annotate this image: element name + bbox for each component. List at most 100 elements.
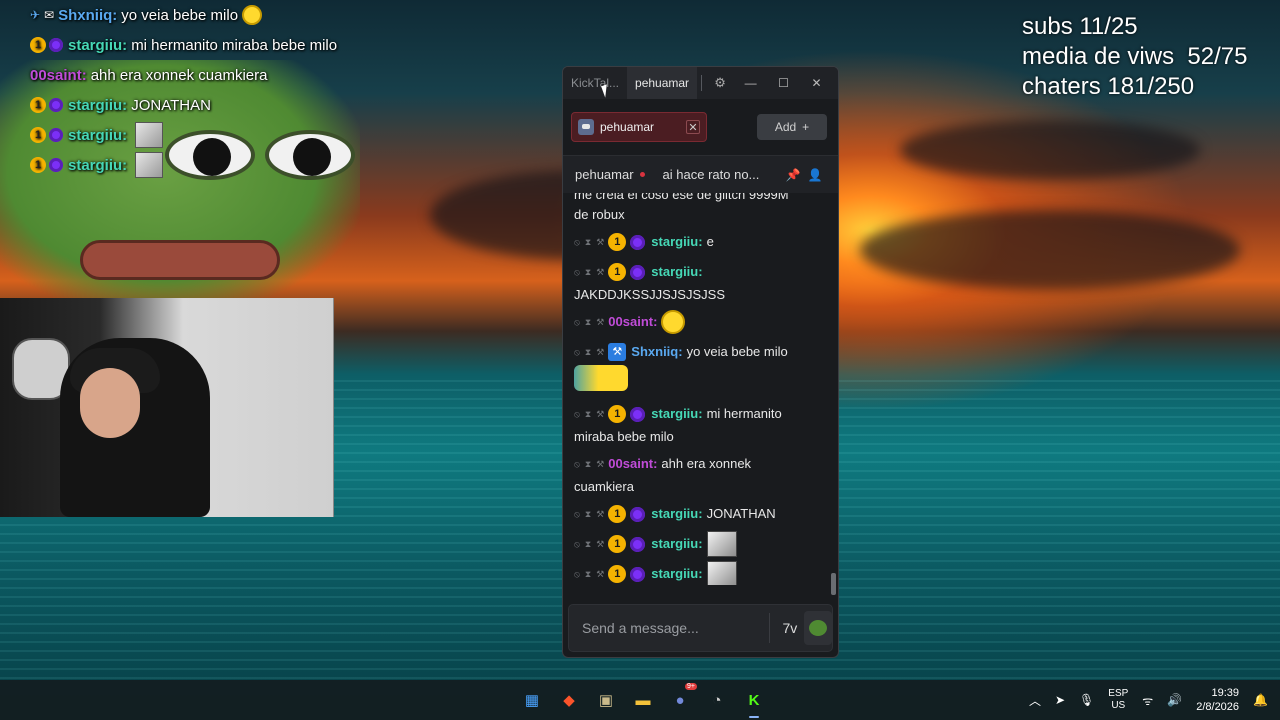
discord-badge: 9+ xyxy=(685,683,697,690)
timeout-icon[interactable]: ⧗ xyxy=(585,262,591,282)
timeout-icon[interactable]: ⧗ xyxy=(585,312,591,332)
close-button[interactable]: ✕ xyxy=(800,67,833,99)
chat-messages[interactable]: me creia el coso ese de glitch 9999M de … xyxy=(563,193,838,585)
timeout-icon[interactable]: ⧗ xyxy=(585,564,591,584)
pin-icon[interactable]: 📌 xyxy=(782,168,804,182)
message-text: mi hermanito xyxy=(706,406,782,421)
chat-username[interactable]: 00saint: xyxy=(608,454,657,474)
delete-icon[interactable]: ⚒ xyxy=(596,262,604,282)
chat-username[interactable]: stargiiu: xyxy=(651,504,702,524)
timeout-icon[interactable]: ⧗ xyxy=(585,504,591,524)
delete-icon[interactable]: ⚒ xyxy=(596,454,604,474)
channel-chip-label: pehuamar xyxy=(600,120,655,134)
mail-badge-icon: ✉ xyxy=(44,8,55,22)
chevron-up-icon[interactable]: ︿ xyxy=(1029,692,1041,709)
channel-chip-row: pehuamar ✕ Add + xyxy=(563,99,838,155)
send-icon[interactable]: ➤ xyxy=(1055,693,1065,707)
ban-icon[interactable]: ⦸ xyxy=(574,454,580,474)
chat-username[interactable]: 00saint: xyxy=(608,312,657,332)
kick-emotes-icon[interactable] xyxy=(803,611,833,645)
overlay-username: stargiiu: xyxy=(68,126,128,144)
discord-icon[interactable]: ● 9+ xyxy=(665,683,697,715)
delete-icon[interactable]: ⚒ xyxy=(596,564,604,584)
delete-icon[interactable]: ⚒ xyxy=(596,534,604,554)
sub-badge-icon: 1 xyxy=(608,263,627,281)
timeout-icon[interactable]: ⧗ xyxy=(585,534,591,554)
overlay-message-text: mi hermanito miraba bebe milo xyxy=(131,36,338,54)
add-channel-button[interactable]: Add + xyxy=(757,114,827,140)
chat-username[interactable]: stargiiu: xyxy=(651,232,702,252)
kick-app-icon[interactable]: K xyxy=(739,685,769,718)
chatters-goal: chaters 181/250 xyxy=(1022,73,1195,100)
minimize-button[interactable]: — xyxy=(734,67,767,99)
message-input[interactable] xyxy=(582,620,763,636)
delete-icon[interactable]: ⚒ xyxy=(596,232,604,252)
clock-app-icon[interactable]: ◔ xyxy=(702,685,732,715)
timeout-icon[interactable]: ⧗ xyxy=(585,454,591,474)
windows-start-icon[interactable]: ▦ xyxy=(517,685,547,715)
wifi-icon[interactable]: ᯤ xyxy=(1142,692,1153,709)
chat-message: ⦸ ⧗ ⚒ 1 stargiiu: xyxy=(574,531,826,557)
tab-pehuamar[interactable]: pehuamar xyxy=(627,67,698,99)
overlay-chat-line: ✈ ✉ Shxniiq: yo veia bebe milo xyxy=(30,0,390,30)
timeout-icon[interactable]: ⧗ xyxy=(585,342,591,362)
overlay-username: stargiiu: xyxy=(68,36,128,54)
timeout-icon[interactable]: ⧗ xyxy=(585,232,591,252)
sub-badge-icon: 1 xyxy=(608,505,627,523)
timeout-icon[interactable]: ⧗ xyxy=(585,404,591,424)
close-channel-icon[interactable]: ✕ xyxy=(686,120,700,134)
ban-icon[interactable]: ⦸ xyxy=(574,312,580,332)
brave-browser-icon[interactable]: ◆ xyxy=(554,685,584,715)
delete-icon[interactable]: ⚒ xyxy=(596,312,604,332)
overlay-username: stargiiu: xyxy=(68,96,128,114)
ban-icon[interactable]: ⦸ xyxy=(574,342,580,362)
ban-icon[interactable]: ⦸ xyxy=(574,564,580,584)
goal-stats: subs 11/25 media de viws 52/75 chaters 181… xyxy=(1022,12,1247,102)
mod-actions: ⦸ ⧗ ⚒ xyxy=(574,342,604,362)
microphone-icon[interactable]: 🎙 xyxy=(1079,693,1094,707)
kicktalk-window: KickTal... pehuamar ⚙ — ☐ ✕ pehuamar ✕ A… xyxy=(562,66,839,658)
browser-app-icon[interactable]: ▣ xyxy=(591,685,621,715)
mod-actions: ⦸ ⧗ ⚒ xyxy=(574,454,604,474)
delete-icon[interactable]: ⚒ xyxy=(596,404,604,424)
chat-username[interactable]: stargiiu: xyxy=(651,404,702,424)
channel-chip[interactable]: pehuamar ✕ xyxy=(571,112,707,142)
ban-icon[interactable]: ⦸ xyxy=(574,262,580,282)
title-separator xyxy=(701,75,703,91)
badge-icon: ✈ xyxy=(30,8,41,22)
maximize-button[interactable]: ☐ xyxy=(767,67,800,99)
stream-username[interactable]: pehuamar xyxy=(575,167,634,182)
purple-badge-icon xyxy=(49,38,63,52)
delete-icon[interactable]: ⚒ xyxy=(596,342,604,362)
notifications-icon[interactable]: 🔔 xyxy=(1253,693,1268,707)
ban-icon[interactable]: ⦸ xyxy=(574,404,580,424)
message-header: ⦸ ⧗ ⚒ 1 stargiiu: mi hermanito xyxy=(574,401,826,427)
chat-username[interactable]: stargiiu: xyxy=(651,262,702,282)
message-header: ⦸ ⧗ ⚒ 1 stargiiu: xyxy=(574,561,826,585)
ban-icon[interactable]: ⦸ xyxy=(574,534,580,554)
language-indicator[interactable]: ESP US xyxy=(1108,688,1128,712)
7tv-emotes-icon[interactable]: 7v xyxy=(776,611,804,645)
purple-badge-icon xyxy=(49,128,63,142)
speaker-icon[interactable]: 🔊 xyxy=(1167,693,1182,707)
cloud-2 xyxy=(860,210,1240,290)
chat-username[interactable]: stargiiu: xyxy=(651,534,702,554)
delete-icon[interactable]: ⚒ xyxy=(596,504,604,524)
ban-icon[interactable]: ⦸ xyxy=(574,232,580,252)
overlay-chat-line: 00saint: ahh era xonnek cuamkiera xyxy=(30,60,390,90)
settings-gear-icon[interactable]: ⚙ xyxy=(706,67,734,99)
chat-username[interactable]: Shxniiq: xyxy=(631,342,682,362)
message-text-cont: miraba bebe milo xyxy=(574,429,674,444)
clock[interactable]: 19:39 2/8/2026 xyxy=(1196,686,1239,714)
mod-actions: ⦸ ⧗ ⚒ xyxy=(574,262,604,282)
chat-username[interactable]: stargiiu: xyxy=(651,564,702,584)
user-icon[interactable]: 👤 xyxy=(804,168,826,182)
tab-kicktalk[interactable]: KickTal... xyxy=(563,67,627,99)
stream-info-bar: pehuamar ai hace rato no... 📌 👤 xyxy=(563,155,838,193)
message-header: ⦸ ⧗ ⚒ 1 stargiiu: e xyxy=(574,229,826,255)
ban-icon[interactable]: ⦸ xyxy=(574,504,580,524)
sub-badge-icon: 1 xyxy=(608,405,627,423)
moderator-badge-icon: ⚒ xyxy=(608,343,627,361)
chat-scrollbar[interactable] xyxy=(831,573,836,595)
file-explorer-icon[interactable]: ▬ xyxy=(628,685,658,715)
